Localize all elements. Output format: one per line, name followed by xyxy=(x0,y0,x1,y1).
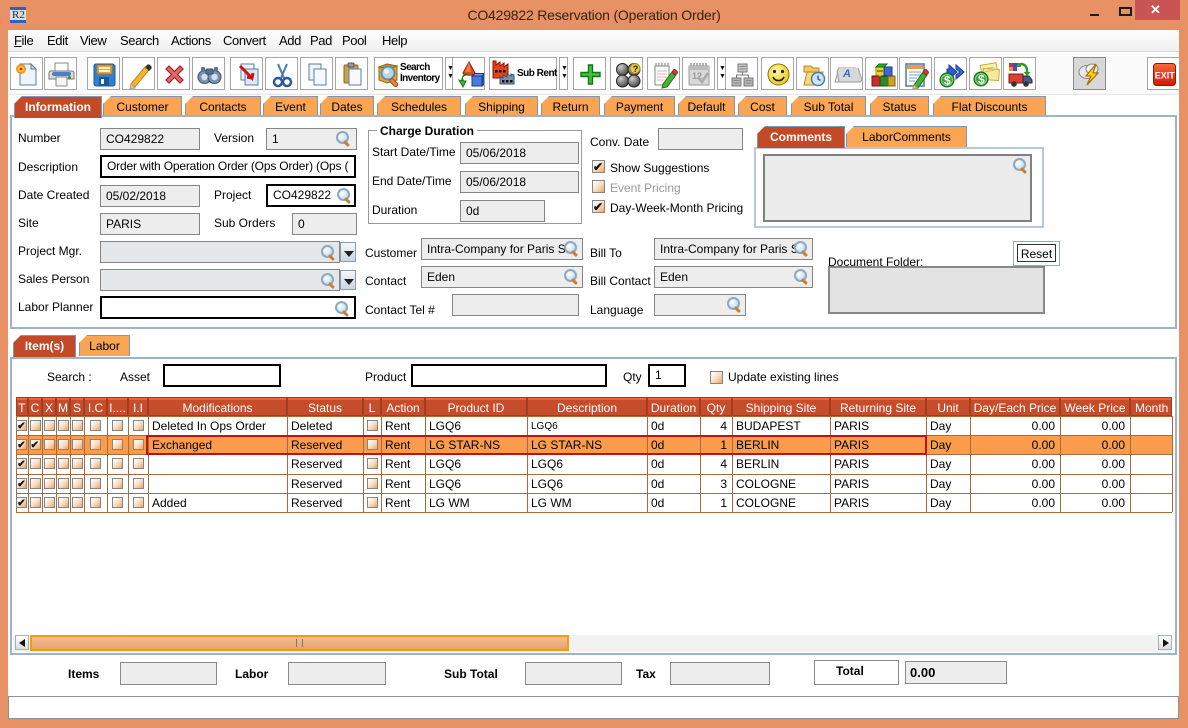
svg-text:A: A xyxy=(842,68,851,80)
svg-text:$: $ xyxy=(944,74,951,88)
svg-text:?: ? xyxy=(633,64,639,74)
svg-text:EXIT: EXIT xyxy=(1155,71,1176,81)
svg-text:$: $ xyxy=(978,73,985,87)
